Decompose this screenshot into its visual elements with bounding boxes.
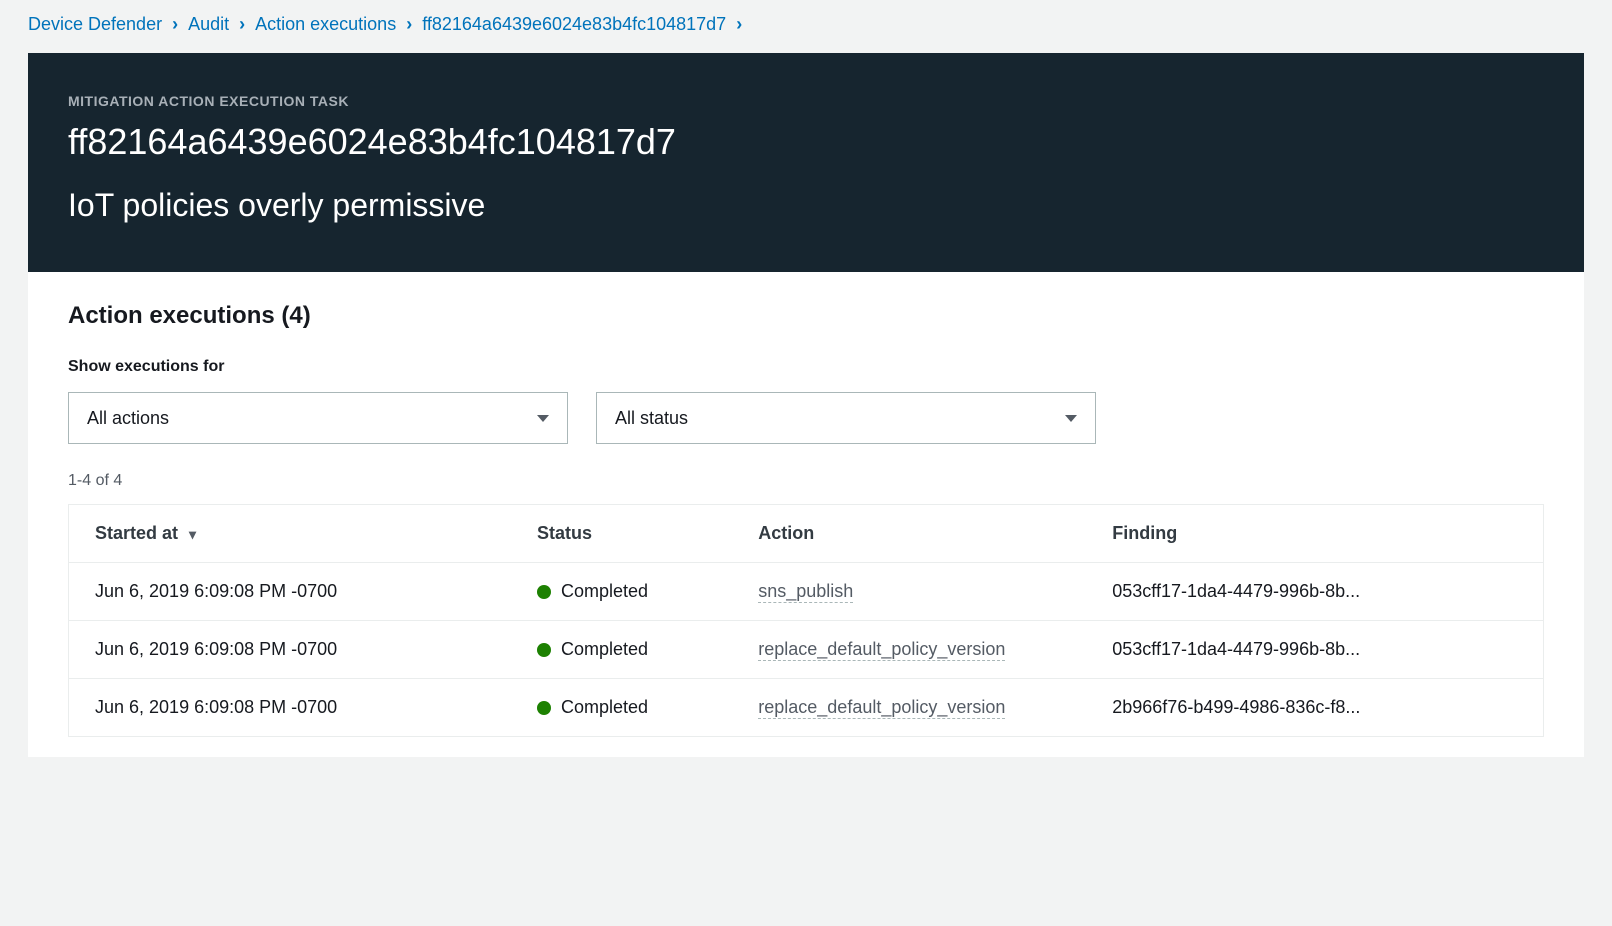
executions-table: Started at ▾ Status Action Finding Jun 6… [68,504,1544,737]
cell-status: Completed [511,621,732,679]
chevron-down-icon: ▾ [189,526,196,543]
col-header-label: Started at [95,523,178,543]
chevron-right-icon: › [172,14,178,35]
status-success-icon [537,585,551,599]
cell-finding: 053cff17-1da4-4479-996b-8b... [1086,563,1543,621]
filters-row: All actions All status [68,392,1544,444]
table-row: Jun 6, 2019 6:09:08 PM -0700 Completed s… [69,563,1544,621]
table-row: Jun 6, 2019 6:09:08 PM -0700 Completed r… [69,679,1544,737]
chevron-right-icon: › [406,14,412,35]
chevron-right-icon: › [239,14,245,35]
cell-finding: 053cff17-1da4-4479-996b-8b... [1086,621,1543,679]
col-header-status[interactable]: Status [511,505,732,563]
cell-action: replace_default_policy_version [732,679,1086,737]
cell-started-at: Jun 6, 2019 6:09:08 PM -0700 [69,679,512,737]
col-header-action[interactable]: Action [732,505,1086,563]
finding-text: 053cff17-1da4-4479-996b-8b... [1112,639,1452,660]
table-row: Jun 6, 2019 6:09:08 PM -0700 Completed r… [69,621,1544,679]
page-header: MITIGATION ACTION EXECUTION TASK ff82164… [28,53,1584,272]
action-link[interactable]: replace_default_policy_version [758,697,1005,719]
status-filter-value: All status [615,408,688,429]
breadcrumb-audit[interactable]: Audit [188,14,229,35]
status-success-icon [537,701,551,715]
cell-action: sns_publish [732,563,1086,621]
page-subtitle: IoT policies overly permissive [68,187,1544,224]
page-title: ff82164a6439e6024e83b4fc104817d7 [68,121,1544,163]
col-header-started-at[interactable]: Started at ▾ [69,505,512,563]
caret-down-icon [1065,415,1077,422]
cell-status: Completed [511,679,732,737]
breadcrumb-device-defender[interactable]: Device Defender [28,14,162,35]
col-header-finding[interactable]: Finding [1086,505,1543,563]
action-link[interactable]: replace_default_policy_version [758,639,1005,661]
header-eyebrow: MITIGATION ACTION EXECUTION TASK [68,93,1544,109]
cell-action: replace_default_policy_version [732,621,1086,679]
executions-panel: Action executions (4) Show executions fo… [28,272,1584,757]
finding-text: 053cff17-1da4-4479-996b-8b... [1112,581,1452,602]
breadcrumb-action-executions[interactable]: Action executions [255,14,396,35]
table-header-row: Started at ▾ Status Action Finding [69,505,1544,563]
actions-filter-select[interactable]: All actions [68,392,568,444]
status-filter-select[interactable]: All status [596,392,1096,444]
cell-status: Completed [511,563,732,621]
caret-down-icon [537,415,549,422]
breadcrumb-task-id[interactable]: ff82164a6439e6024e83b4fc104817d7 [422,14,726,35]
status-text: Completed [561,581,648,602]
cell-started-at: Jun 6, 2019 6:09:08 PM -0700 [69,621,512,679]
pagination-count: 1-4 of 4 [68,472,1544,490]
main-card: MITIGATION ACTION EXECUTION TASK ff82164… [28,53,1584,757]
status-text: Completed [561,639,648,660]
breadcrumb: Device Defender › Audit › Action executi… [0,0,1612,53]
status-text: Completed [561,697,648,718]
finding-text: 2b966f76-b499-4986-836c-f8... [1112,697,1452,718]
panel-title: Action executions (4) [68,302,1544,330]
cell-started-at: Jun 6, 2019 6:09:08 PM -0700 [69,563,512,621]
actions-filter-value: All actions [87,408,169,429]
cell-finding: 2b966f76-b499-4986-836c-f8... [1086,679,1543,737]
status-success-icon [537,643,551,657]
action-link[interactable]: sns_publish [758,581,853,603]
chevron-right-icon: › [736,14,742,35]
filter-label: Show executions for [68,358,1544,376]
